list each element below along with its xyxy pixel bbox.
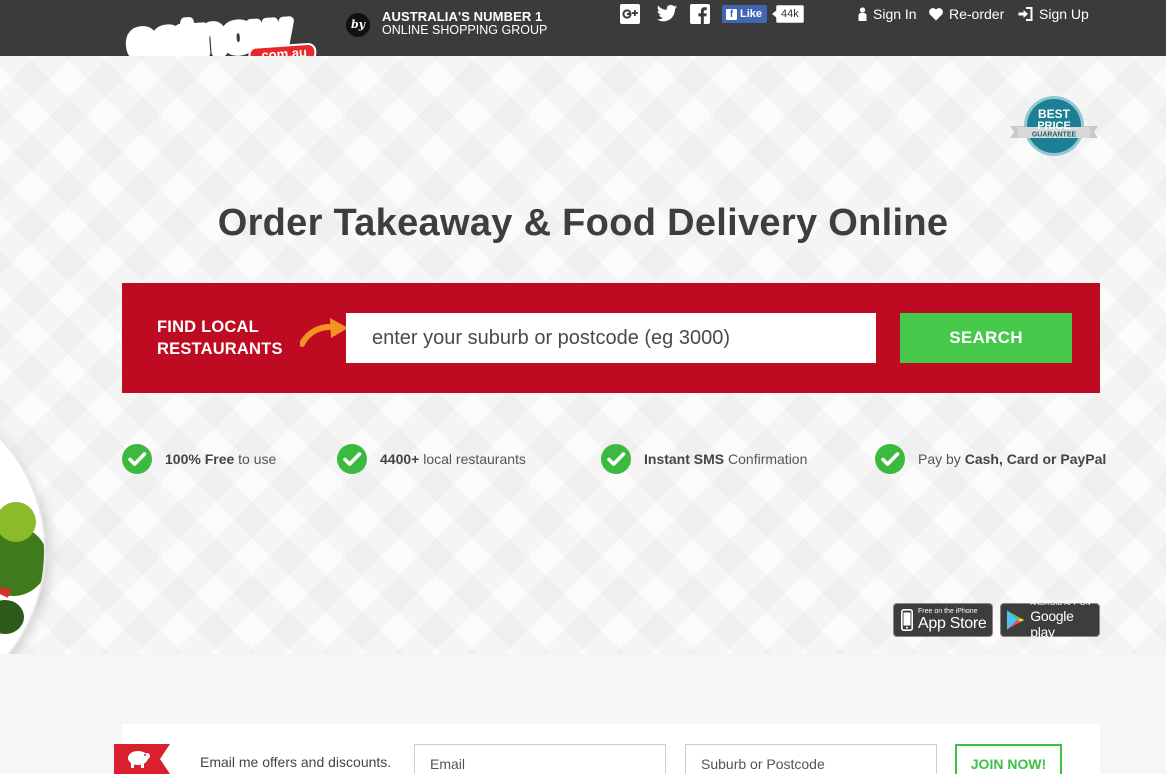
like-count: 44k: [772, 5, 804, 23]
headline-text-2: Delivery Online: [656, 202, 949, 244]
by-badge: by: [346, 13, 370, 37]
facebook-icon[interactable]: [690, 4, 710, 24]
feature-free: 100% Free to use: [122, 444, 276, 474]
sign-up-label: Sign Up: [1039, 6, 1089, 22]
like-label: Like: [740, 8, 763, 20]
iphone-icon: [901, 609, 913, 631]
app-store-badge[interactable]: Free on the iPhone App Store: [893, 603, 993, 637]
group-tagline: AUSTRALIA'S NUMBER 1 ONLINE SHOPPING GRO…: [382, 9, 547, 37]
feature-free-bold: 100% Free: [165, 451, 235, 467]
google-play-badge[interactable]: ANDROID APP ON Google play: [1000, 600, 1100, 640]
check-circle-icon: [122, 444, 152, 474]
sign-in-link[interactable]: Sign In: [858, 5, 917, 23]
find-label-line-2: RESTAURANTS: [157, 340, 283, 358]
badge-line-2: PRICE: [1037, 120, 1071, 132]
find-label-line-1: FIND LOCAL: [157, 318, 259, 336]
feature-sms-text: Instant SMS Confirmation: [644, 451, 807, 467]
feature-sms: Instant SMS Confirmation: [601, 444, 807, 474]
reorder-label: Re-order: [949, 6, 1005, 22]
reorder-link[interactable]: Re-order: [929, 5, 1004, 23]
arrow-right-icon: [300, 318, 348, 347]
sign-in-arrow-icon: [1018, 7, 1033, 21]
top-bar: eatnow eatnow .com.au by AUSTRALIA'S NUM…: [0, 0, 1166, 66]
badge-line-3: GUARANTEE: [1032, 132, 1077, 139]
find-local-restaurants-label: FIND LOCAL RESTAURANTS: [157, 316, 283, 360]
feature-restaurants-rest: local restaurants: [419, 451, 526, 467]
headline-bold-2: Food: [562, 202, 657, 244]
page-headline: Order Takeaway & Food Delivery Online: [0, 202, 1166, 245]
feature-payment-bold: Cash, Card or PayPal: [964, 451, 1107, 467]
feature-restaurants: 4400+ local restaurants: [337, 444, 526, 474]
suburb-postcode-field[interactable]: [685, 744, 937, 774]
tagline-line-2: ONLINE SHOPPING GROUP: [382, 23, 548, 37]
twitter-icon[interactable]: [656, 4, 678, 24]
sign-in-label: Sign In: [873, 6, 917, 22]
check-circle-icon: [601, 444, 631, 474]
hero-section: BEST PRICE GUARANTEE Order Takeaway & Fo…: [0, 56, 1166, 654]
feature-restaurants-bold: 4400+: [380, 451, 420, 467]
facebook-f-icon: f: [726, 8, 737, 20]
feature-payment: Pay by Cash, Card or PayPal: [875, 444, 1106, 474]
google-play-icon: [1006, 610, 1025, 630]
facebook-like-button[interactable]: f Like: [722, 5, 768, 23]
newsletter-label: Email me offers and discounts.: [200, 754, 392, 770]
heart-icon: [929, 7, 943, 21]
feature-sms-rest: Confirmation: [724, 451, 808, 467]
food-plate-image: [0, 388, 44, 654]
feature-free-text: 100% Free to use: [165, 451, 276, 467]
google-play-big-text: Google play: [1030, 608, 1074, 640]
suburb-postcode-input[interactable]: [346, 313, 876, 363]
restaurant-search-panel: FIND LOCAL RESTAURANTS SEARCH: [122, 283, 1100, 393]
email-field[interactable]: [414, 744, 666, 774]
feature-payment-text: Pay by Cash, Card or PayPal: [918, 451, 1106, 467]
user-icon: [858, 7, 867, 21]
feature-sms-bold: Instant SMS: [644, 451, 725, 467]
search-button[interactable]: SEARCH: [900, 313, 1072, 363]
newsletter-signup-panel: Email me offers and discounts. JOIN NOW!: [114, 724, 1100, 774]
feature-free-rest: to use: [234, 451, 277, 467]
headline-bold-1: Order: [217, 202, 323, 244]
feature-payment-prefix: Pay by: [918, 451, 965, 467]
piggy-bank-ribbon-icon: [114, 744, 170, 774]
app-store-big-text: App Store: [918, 615, 987, 632]
badge-line-1: BEST: [1038, 107, 1071, 121]
feature-restaurants-text: 4400+ local restaurants: [380, 451, 526, 467]
join-now-button[interactable]: JOIN NOW!: [955, 744, 1062, 774]
google-plus-icon[interactable]: [620, 4, 640, 24]
check-circle-icon: [337, 444, 367, 474]
best-price-guarantee-badge: BEST PRICE GUARANTEE: [1010, 96, 1098, 156]
google-play-small-text: ANDROID APP ON: [1030, 600, 1091, 607]
headline-text-1: Takeaway &: [322, 202, 563, 244]
tagline-line-1: AUSTRALIA'S NUMBER 1: [382, 9, 543, 24]
sign-up-link[interactable]: Sign Up: [1018, 5, 1089, 23]
check-circle-icon: [875, 444, 905, 474]
